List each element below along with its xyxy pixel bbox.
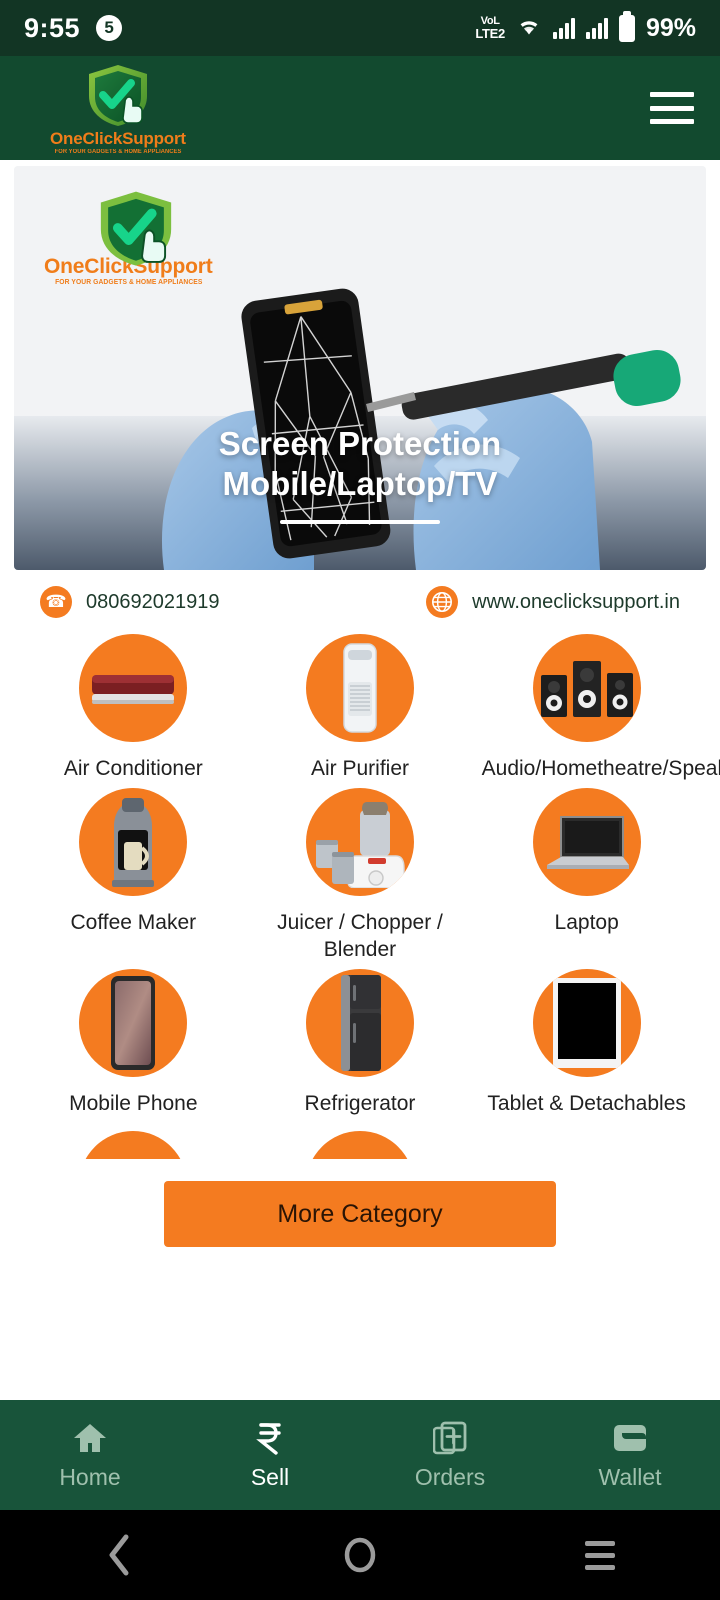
category-partial-3 [473, 1131, 700, 1159]
nav-item-home[interactable]: Home [0, 1420, 180, 1491]
phone-contact[interactable]: ☎ 080692021919 [40, 586, 219, 618]
category-label: Refrigerator [304, 1091, 416, 1115]
category-grid-partial-row [0, 1125, 720, 1159]
nav-label: Sell [250, 1463, 290, 1490]
blender-icon [305, 788, 414, 897]
hamburger-menu-icon[interactable] [650, 92, 694, 124]
category-coffee-maker[interactable]: Coffee Maker [20, 788, 247, 963]
phone-number: 080692021919 [86, 590, 220, 613]
category-label: Laptop [554, 911, 619, 935]
phone-icon: ☎ [40, 586, 72, 618]
air-conditioner-icon [79, 634, 188, 742]
battery-percent: 99% [645, 13, 696, 42]
website-url: www.oneclicksupport.in [472, 590, 680, 613]
category-label: Juicer / Chopper / Blender [277, 911, 443, 961]
category-circle-partial [79, 1131, 188, 1159]
laptop-icon [532, 788, 641, 897]
wallet-icon [612, 1420, 648, 1456]
category-label: Tablet & Detachables [487, 1091, 686, 1115]
wifi-icon [516, 16, 542, 41]
speaker-icon [532, 634, 641, 742]
category-tablet-detachables[interactable]: Tablet & Detachables [473, 968, 700, 1117]
brand-tagline: FOR YOUR GADGETS & HOME APPLIANCES [54, 148, 182, 155]
banner-title: Screen Protection Mobile/Laptop/TV [14, 424, 706, 505]
banner-brand-tagline: FOR YOUR GADGETS & HOME APPLIANCES [54, 279, 202, 286]
nav-label: Home [59, 1463, 121, 1490]
rupee-icon [256, 1420, 284, 1456]
orders-icon [433, 1420, 467, 1456]
category-partial-2[interactable] [247, 1131, 474, 1159]
banner-logo: OneClickSupport FOR YOUR GADGETS & HOME … [44, 188, 213, 286]
category-label: Audio/Hometheatre/Speaker [481, 757, 720, 780]
shield-check-icon [91, 188, 172, 266]
category-partial-1[interactable] [20, 1131, 247, 1159]
globe-icon [426, 586, 459, 618]
category-air-purifier[interactable]: Air Purifier [247, 634, 474, 782]
contact-row: ☎ 080692021919 www.oneclicksupport.in [0, 570, 720, 628]
category-label: Mobile Phone [69, 1091, 198, 1115]
banner-underline [280, 520, 440, 524]
home-circle-icon[interactable] [300, 1535, 420, 1575]
promo-banner[interactable]: OneClickSupport FOR YOUR GADGETS & HOME … [14, 166, 706, 570]
banner-title-line1: Screen Protection [218, 424, 502, 462]
volte-icon: VoL LTE2 [475, 15, 505, 41]
nav-item-wallet[interactable]: Wallet [540, 1420, 720, 1491]
refrigerator-icon [305, 968, 414, 1077]
category-juicer-chopper-blender[interactable]: Juicer / Chopper / Blender [247, 788, 474, 963]
nav-item-orders[interactable]: Orders [360, 1420, 540, 1491]
brand-name: OneClickSupport [50, 128, 186, 148]
category-refrigerator[interactable]: Refrigerator [247, 968, 474, 1117]
category-mobile-phone[interactable]: Mobile Phone [20, 968, 247, 1117]
mobile-phone-icon [79, 968, 188, 1077]
category-grid: Air Conditioner Air Purifier Audio/Homet… [0, 628, 720, 1117]
status-bar: 9:55 5 VoL LTE2 99% [0, 0, 720, 56]
home-icon [73, 1420, 107, 1456]
nav-label: Wallet [598, 1463, 662, 1490]
category-audio-hometheatre-speaker[interactable]: Audio/Hometheatre/Speaker [473, 634, 720, 782]
status-time: 9:55 [24, 12, 81, 43]
recents-icon[interactable] [540, 1540, 660, 1570]
status-bar-left: 9:55 5 [24, 12, 123, 44]
nav-item-sell[interactable]: Sell [180, 1420, 360, 1491]
air-purifier-icon [305, 634, 414, 742]
app-header: OneClickSupport FOR YOUR GADGETS & HOME … [0, 56, 720, 160]
category-label: Air Conditioner [63, 757, 203, 780]
banner-title-line2: Mobile/Laptop/TV [222, 464, 498, 502]
notification-count-badge: 5 [96, 15, 123, 41]
category-air-conditioner[interactable]: Air Conditioner [20, 634, 247, 782]
android-system-navigation [0, 1510, 720, 1600]
nav-label: Orders [414, 1463, 486, 1490]
app-logo[interactable]: OneClickSupport FOR YOUR GADGETS & HOME … [50, 62, 186, 155]
category-label: Coffee Maker [70, 911, 197, 935]
website-contact[interactable]: www.oneclicksupport.in [426, 586, 680, 618]
battery-icon [618, 14, 635, 42]
more-category-wrap: More Category [0, 1159, 720, 1247]
more-category-button[interactable]: More Category [164, 1181, 556, 1247]
category-circle-partial [305, 1131, 414, 1159]
category-label: Air Purifier [310, 757, 409, 780]
tablet-icon [532, 968, 641, 1077]
shield-check-icon [81, 62, 155, 128]
bottom-navigation: Home Sell Orders Wallet [0, 1400, 720, 1510]
category-laptop[interactable]: Laptop [473, 788, 700, 963]
signal-strength-icon-2 [585, 17, 608, 39]
main-content: OneClickSupport FOR YOUR GADGETS & HOME … [0, 160, 720, 1400]
coffee-maker-icon [79, 788, 188, 897]
status-bar-right: VoL LTE2 99% [475, 14, 696, 43]
back-icon[interactable] [60, 1533, 180, 1577]
app-screen: 9:55 5 VoL LTE2 99% OneClickSupport FOR … [0, 0, 720, 1600]
signal-strength-icon-1 [552, 17, 575, 39]
